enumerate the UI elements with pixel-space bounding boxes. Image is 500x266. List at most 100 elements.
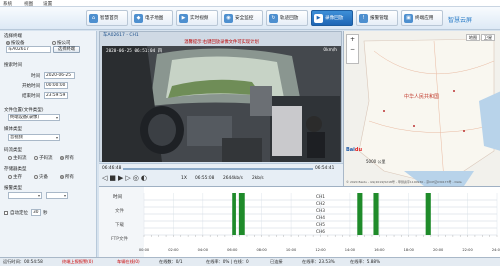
radio-all-stream[interactable]: 所有: [60, 155, 74, 161]
nav-video-playback[interactable]: ▶ 录像回放: [311, 10, 353, 26]
radio-backup-storage[interactable]: 灾备: [34, 174, 48, 180]
hour-tick-label: 10:00: [286, 248, 297, 252]
chevron-down-icon: ▾: [63, 193, 66, 198]
start-time-input[interactable]: 00:00:00: [44, 82, 68, 89]
bitrate: 2644kb/s: [223, 176, 243, 181]
map-country-label: 中华人民共和国: [404, 94, 440, 100]
nav-safety[interactable]: ◉ 安全监控: [221, 10, 263, 26]
search-panel: 选择终端 按设备 按公司 车A02617 选择终端 搜索时间 时间 2020-0…: [0, 31, 97, 257]
terminal-input[interactable]: 车A02617: [6, 46, 51, 53]
terminal-icon: ▣: [404, 13, 413, 23]
map-scale-label: 5000 公里: [366, 159, 386, 164]
video-panel: 车A02617 - CH1 温馨提示:右键回放录像文件可实现计划 2020-06…: [99, 31, 342, 162]
auto-locate-unit: 秒: [43, 211, 48, 216]
hour-tick-label: 08:00: [256, 248, 267, 252]
nav-track-playback[interactable]: ↻ 轨迹回放: [266, 10, 308, 26]
home-icon: ⌂: [89, 13, 98, 23]
select-terminal-button[interactable]: 选择终端: [53, 46, 80, 53]
hour-tick-label: 22:00: [462, 248, 473, 252]
next-icon[interactable]: ▷: [125, 174, 132, 182]
auto-locate-checkbox[interactable]: [4, 211, 8, 215]
map-logo: Baidu: [346, 147, 363, 153]
nav-alarm[interactable]: ! 报警管理: [356, 10, 398, 26]
zoom-control[interactable]: + −: [346, 34, 359, 64]
video-notice: 温馨提示:右键回放录像文件可实现计划: [184, 40, 259, 45]
row-file: 文件: [115, 209, 124, 214]
stream-type-label: 码流类型: [4, 148, 22, 153]
recording-segment[interactable]: [373, 193, 379, 235]
snapshot-icon[interactable]: ◎: [133, 174, 141, 182]
hour-tick-label: 00:00: [139, 248, 150, 252]
file-location-label: 文件位置(文件类型): [4, 108, 44, 113]
time-end: 06:54:41: [315, 166, 335, 171]
current-time: 06:55:08: [195, 176, 215, 181]
progress-track[interactable]: [123, 168, 313, 170]
stop-icon[interactable]: ■: [109, 174, 118, 182]
radio-main-stream[interactable]: 主码流: [8, 155, 27, 161]
recording-segment[interactable]: [232, 193, 236, 235]
start-time-label: 开始时间: [22, 84, 40, 89]
timeline-panel: CH1 CH2 CH3 CH4 CH5 CH6 00:00 02:00 04:00 06:00 08…: [99, 186, 500, 258]
nav-terminal[interactable]: ▣ 终端应用: [401, 10, 443, 26]
media-type-select[interactable]: 音视频: [8, 134, 60, 141]
date-input[interactable]: 2020-06-25: [44, 72, 75, 79]
playback-icon: ▶: [314, 13, 323, 23]
status-bar: 运行时间：00:54:58 终端上报报警(0) 车辆在线(0) 在线数：0/1 …: [0, 257, 500, 266]
status-online-vehicles: 车辆在线(0): [117, 259, 140, 264]
playback-bar: 06:46:48 06:54:41 ◁■▶▷◎◐ 1X 06:55:08 264…: [99, 163, 343, 186]
recording-segment[interactable]: [238, 193, 245, 235]
radio-sub-stream[interactable]: 子码流: [34, 155, 53, 161]
status-rate-b: 在线率：5.88%: [350, 259, 381, 264]
video-frame[interactable]: 2020-06-25 06:51:04 四 0km/h: [102, 46, 341, 162]
nav-home[interactable]: ⌂ 智慧首页: [86, 10, 128, 26]
map-type-tab-satellite[interactable]: 卫星: [481, 34, 495, 41]
status-online-count: 在线数：0/1: [159, 259, 183, 264]
radio-main-storage[interactable]: 主存: [8, 174, 22, 180]
section-select-terminal: 选择终端: [4, 34, 22, 39]
file-location-select[interactable]: 终端设备(录像): [8, 114, 60, 121]
alarm-icon: !: [359, 13, 368, 23]
menu-bar: 系统 视图 设置: [0, 0, 500, 7]
status-alarm: 终端上报报警(0): [62, 259, 94, 264]
auto-locate-seconds[interactable]: 30: [31, 209, 41, 216]
chevron-down-icon: ▾: [37, 193, 40, 198]
chevron-down-icon: ▾: [55, 135, 58, 140]
hour-tick-label: 06:00: [227, 248, 238, 252]
alarm-type-label: 报警类型: [4, 186, 22, 191]
video-title: 车A02617 - CH1: [103, 33, 139, 38]
route-icon: ↻: [269, 13, 278, 23]
hour-tick-label: 20:00: [433, 248, 444, 252]
radio-all-storage[interactable]: 所有: [60, 174, 74, 180]
status-connected: 已连接: [270, 259, 283, 264]
volume-icon[interactable]: ◐: [141, 174, 149, 182]
timeline-header: 时间: [113, 195, 122, 200]
bus-interior-image: [102, 46, 341, 162]
recording-segment[interactable]: [425, 193, 431, 235]
hour-tick-label: 02:00: [168, 248, 179, 252]
nav-live-video[interactable]: ▶ 实时视频: [176, 10, 218, 26]
shield-icon: ◉: [224, 13, 233, 23]
hour-tick-label: 16:00: [374, 248, 385, 252]
map-icon: ◆: [134, 13, 143, 23]
camera-icon: ▶: [179, 13, 188, 23]
hour-tick-label: 24:00: [492, 248, 500, 252]
playback-controls[interactable]: ◁■▶▷◎◐: [102, 174, 149, 182]
row-ftp: FTP文件: [111, 237, 128, 242]
storage-type-label: 存储器类型: [4, 167, 27, 172]
map-copyright: © 2020 Baidu - GS(2019)5218号 - 甲测资字11009…: [346, 180, 462, 184]
video-osd-speed: 0km/h: [323, 48, 337, 53]
row-download: 下载: [115, 223, 124, 228]
nav-map[interactable]: ◆ 电子地图: [131, 10, 173, 26]
end-time-input[interactable]: 23:59:59: [44, 92, 68, 99]
media-type-label: 媒体类型: [4, 127, 22, 132]
status-online-rate: 在线率：0% | 在线：0: [206, 259, 249, 264]
auto-locate-label: 自动定位: [10, 211, 28, 216]
timeline-grid[interactable]: CH1CH2CH3CH4CH5CH600:00 02:00 04:00 06:00 08…: [99, 187, 500, 258]
recording-segment[interactable]: [357, 193, 363, 235]
speed-value[interactable]: 1X: [181, 176, 187, 181]
status-rate-a: 在线率：23.53%: [302, 259, 335, 264]
map-panel[interactable]: + − 地图 卫星 中华人民共和国 Baidu 5000 公里 © 2020 Ba…: [343, 31, 500, 186]
map-type-tab-map[interactable]: 地图: [466, 34, 480, 41]
header: ⌂ 智慧首页 ◆ 电子地图 ▶ 实时视频 ◉ 安全监控 ↻ 轨迹回放 ▶ 录像回放 ! 报警管…: [0, 7, 500, 30]
date-label: 时间: [31, 74, 40, 79]
